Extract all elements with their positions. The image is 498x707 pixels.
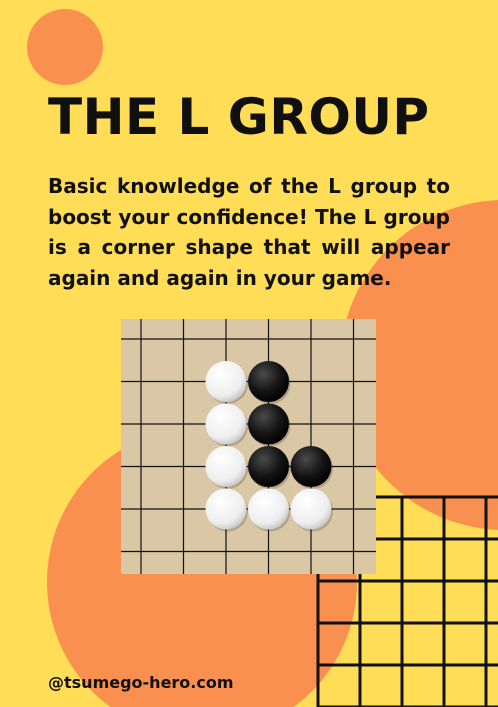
poster: THE L GROUP Basic knowledge of the L gro… [0, 0, 498, 707]
white-stone [205, 488, 247, 530]
white-stone [205, 446, 247, 487]
white-stone [248, 488, 289, 530]
go-board [121, 319, 376, 574]
white-stone [290, 488, 332, 530]
white-stone [205, 361, 247, 402]
black-stone [248, 403, 289, 445]
small-circle-decoration [27, 9, 103, 85]
description: Basic knowledge of the L group to boost … [48, 174, 450, 290]
site-handle: @tsumego-hero.com [48, 673, 234, 692]
black-stone [248, 446, 289, 487]
white-stone [205, 403, 247, 445]
board-shade [121, 319, 376, 574]
black-stone [290, 446, 332, 487]
page-title: THE L GROUP [48, 88, 430, 146]
black-stone [248, 361, 289, 402]
